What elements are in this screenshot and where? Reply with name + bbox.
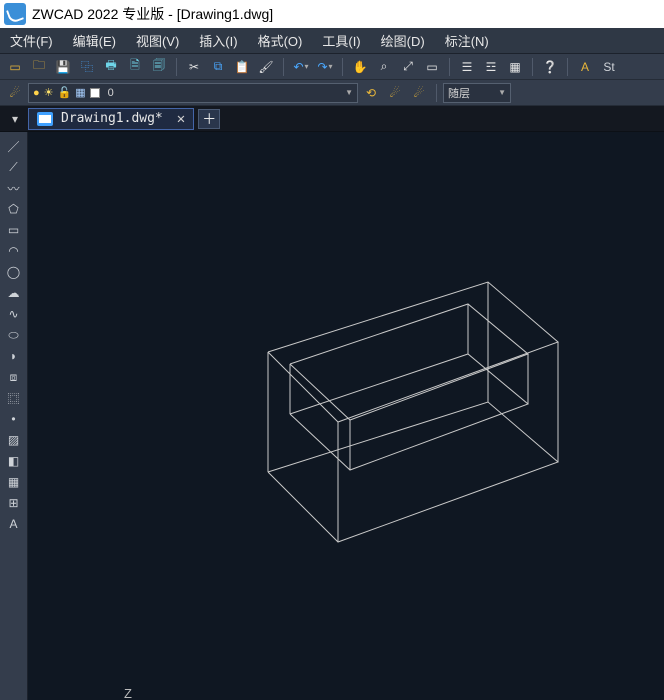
layer-previous-button[interactable]: ⟲ (360, 82, 382, 104)
polygon-tool[interactable]: ⬠ (2, 199, 26, 219)
toolbar-separator (532, 58, 533, 76)
layer-dropdown[interactable]: ● ☀ 🔓 ▦ 0 ▼ (28, 83, 358, 103)
text-style-button[interactable]: A (574, 56, 596, 78)
menu-edit[interactable]: 编辑(E) (63, 28, 126, 53)
layer-color-swatch (90, 88, 100, 98)
layer-plot-icon: ▦ (75, 86, 85, 99)
toolbar-separator (283, 58, 284, 76)
save-button[interactable]: 💾 (52, 56, 74, 78)
new-file-button[interactable]: ▭ (4, 56, 26, 78)
redo-button[interactable]: ↷▾ (314, 56, 336, 78)
layers-toolbar: ☄ ● ☀ 🔓 ▦ 0 ▼ ⟲ ☄ ☄ 随层 ▼ (0, 80, 664, 106)
menu-file[interactable]: 文件(F) (0, 28, 63, 53)
preview-button[interactable]: 🗎 (124, 56, 146, 78)
mtext-tool[interactable]: A (2, 514, 26, 534)
paste-button[interactable]: 📋 (231, 56, 253, 78)
dwg-file-icon (37, 112, 53, 126)
layer-freeze-icon: ☀ (44, 86, 54, 99)
title-bar: ZWCAD 2022 专业版 - [Drawing1.dwg] (0, 0, 664, 28)
layer-states-button[interactable]: ☄ (408, 82, 430, 104)
ellipse-tool[interactable]: ⬭ (2, 325, 26, 345)
model-wireframe (28, 132, 664, 700)
layer-name: 0 (108, 87, 114, 99)
tab-list-dropdown[interactable]: ▾ (6, 110, 24, 128)
menu-draw[interactable]: 绘图(D) (371, 28, 435, 53)
menu-view[interactable]: 视图(V) (126, 28, 189, 53)
ellipse-arc-tool[interactable]: ◗ (2, 346, 26, 366)
table-tool[interactable]: ⊞ (2, 493, 26, 513)
help-button[interactable]: ❔ (539, 56, 561, 78)
close-tab-button[interactable]: ✕ (177, 111, 185, 127)
annotation-style-button[interactable]: St (598, 56, 620, 78)
menu-insert[interactable]: 插入(I) (189, 28, 247, 53)
point-tool[interactable]: • (2, 409, 26, 429)
publish-button[interactable]: 🗐 (148, 56, 170, 78)
undo-button[interactable]: ↶▾ (290, 56, 312, 78)
color-bylayer-dropdown[interactable]: 随层 ▼ (443, 83, 511, 103)
save-all-button[interactable]: ⿻ (76, 56, 98, 78)
rectangle-tool[interactable]: ▭ (2, 220, 26, 240)
menu-bar: 文件(F) 编辑(E) 视图(V) 插入(I) 格式(O) 工具(I) 绘图(D… (0, 28, 664, 54)
document-tabstrip: ▾ Drawing1.dwg* ✕ ＋ (0, 106, 664, 132)
new-tab-button[interactable]: ＋ (198, 109, 220, 129)
plot-button[interactable]: 🖶 (100, 56, 122, 78)
toolbar-separator (567, 58, 568, 76)
polyline-tool[interactable]: 〰 (2, 178, 26, 198)
zoom-realtime-button[interactable]: ⌕ (373, 56, 395, 78)
match-props-button[interactable]: 🖌 (255, 56, 277, 78)
insert-block-tool[interactable]: ⧈ (2, 367, 26, 387)
toolbar-separator (176, 58, 177, 76)
document-tab-active[interactable]: Drawing1.dwg* ✕ (28, 108, 194, 130)
zoom-window-button[interactable]: ⤢ (397, 56, 419, 78)
cut-button[interactable]: ✂ (183, 56, 205, 78)
make-block-tool[interactable]: ⿴ (2, 388, 26, 408)
menu-dim[interactable]: 标注(N) (435, 28, 499, 53)
gradient-tool[interactable]: ◧ (2, 451, 26, 471)
revision-cloud-tool[interactable]: ☁ (2, 283, 26, 303)
hatch-tool[interactable]: ▨ (2, 430, 26, 450)
menu-format[interactable]: 格式(O) (248, 28, 313, 53)
region-tool[interactable]: ▦ (2, 472, 26, 492)
document-tab-label: Drawing1.dwg* (61, 111, 163, 126)
ucs-z-label: Z (124, 686, 132, 700)
spline-tool[interactable]: ∿ (2, 304, 26, 324)
menu-tools[interactable]: 工具(I) (312, 28, 370, 53)
layer-isolate-button[interactable]: ☄ (384, 82, 406, 104)
construction-line-tool[interactable]: ⟋ (2, 157, 26, 177)
chevron-down-icon: ▼ (498, 88, 506, 97)
toolbar-separator (342, 58, 343, 76)
tool-palettes-button[interactable]: ▦ (504, 56, 526, 78)
layer-manager-button[interactable]: ☄ (4, 82, 26, 104)
copy-button[interactable]: ⧉ (207, 56, 229, 78)
app-logo-icon (4, 3, 26, 25)
draw-toolbar: ／ ⟋ 〰 ⬠ ▭ ◠ ◯ ☁ ∿ ⬭ ◗ ⧈ ⿴ • ▨ ◧ ▦ ⊞ A (0, 132, 28, 700)
pan-button[interactable]: ✋ (349, 56, 371, 78)
properties-panel-button[interactable]: ☰ (456, 56, 478, 78)
standard-toolbar: ▭ 🗀 💾 ⿻ 🖶 🗎 🗐 ✂ ⧉ 📋 🖌 ↶▾ ↷▾ ✋ ⌕ ⤢ ▭ ☰ ☲ … (0, 54, 664, 80)
design-center-button[interactable]: ☲ (480, 56, 502, 78)
zoom-extents-button[interactable]: ▭ (421, 56, 443, 78)
toolbar-separator (436, 84, 437, 102)
layer-lock-icon: 🔓 (58, 86, 72, 99)
drawing-canvas[interactable]: Z X Y (28, 132, 664, 700)
window-title: ZWCAD 2022 专业版 - [Drawing1.dwg] (32, 4, 273, 24)
line-tool[interactable]: ／ (2, 136, 26, 156)
toolbar-separator (449, 58, 450, 76)
bylayer-label: 随层 (448, 85, 470, 101)
circle-tool[interactable]: ◯ (2, 262, 26, 282)
arc-tool[interactable]: ◠ (2, 241, 26, 261)
chevron-down-icon: ▼ (345, 88, 353, 97)
open-file-button[interactable]: 🗀 (28, 56, 50, 78)
workspace: ／ ⟋ 〰 ⬠ ▭ ◠ ◯ ☁ ∿ ⬭ ◗ ⧈ ⿴ • ▨ ◧ ▦ ⊞ A (0, 132, 664, 700)
layer-on-icon: ● (33, 87, 40, 99)
